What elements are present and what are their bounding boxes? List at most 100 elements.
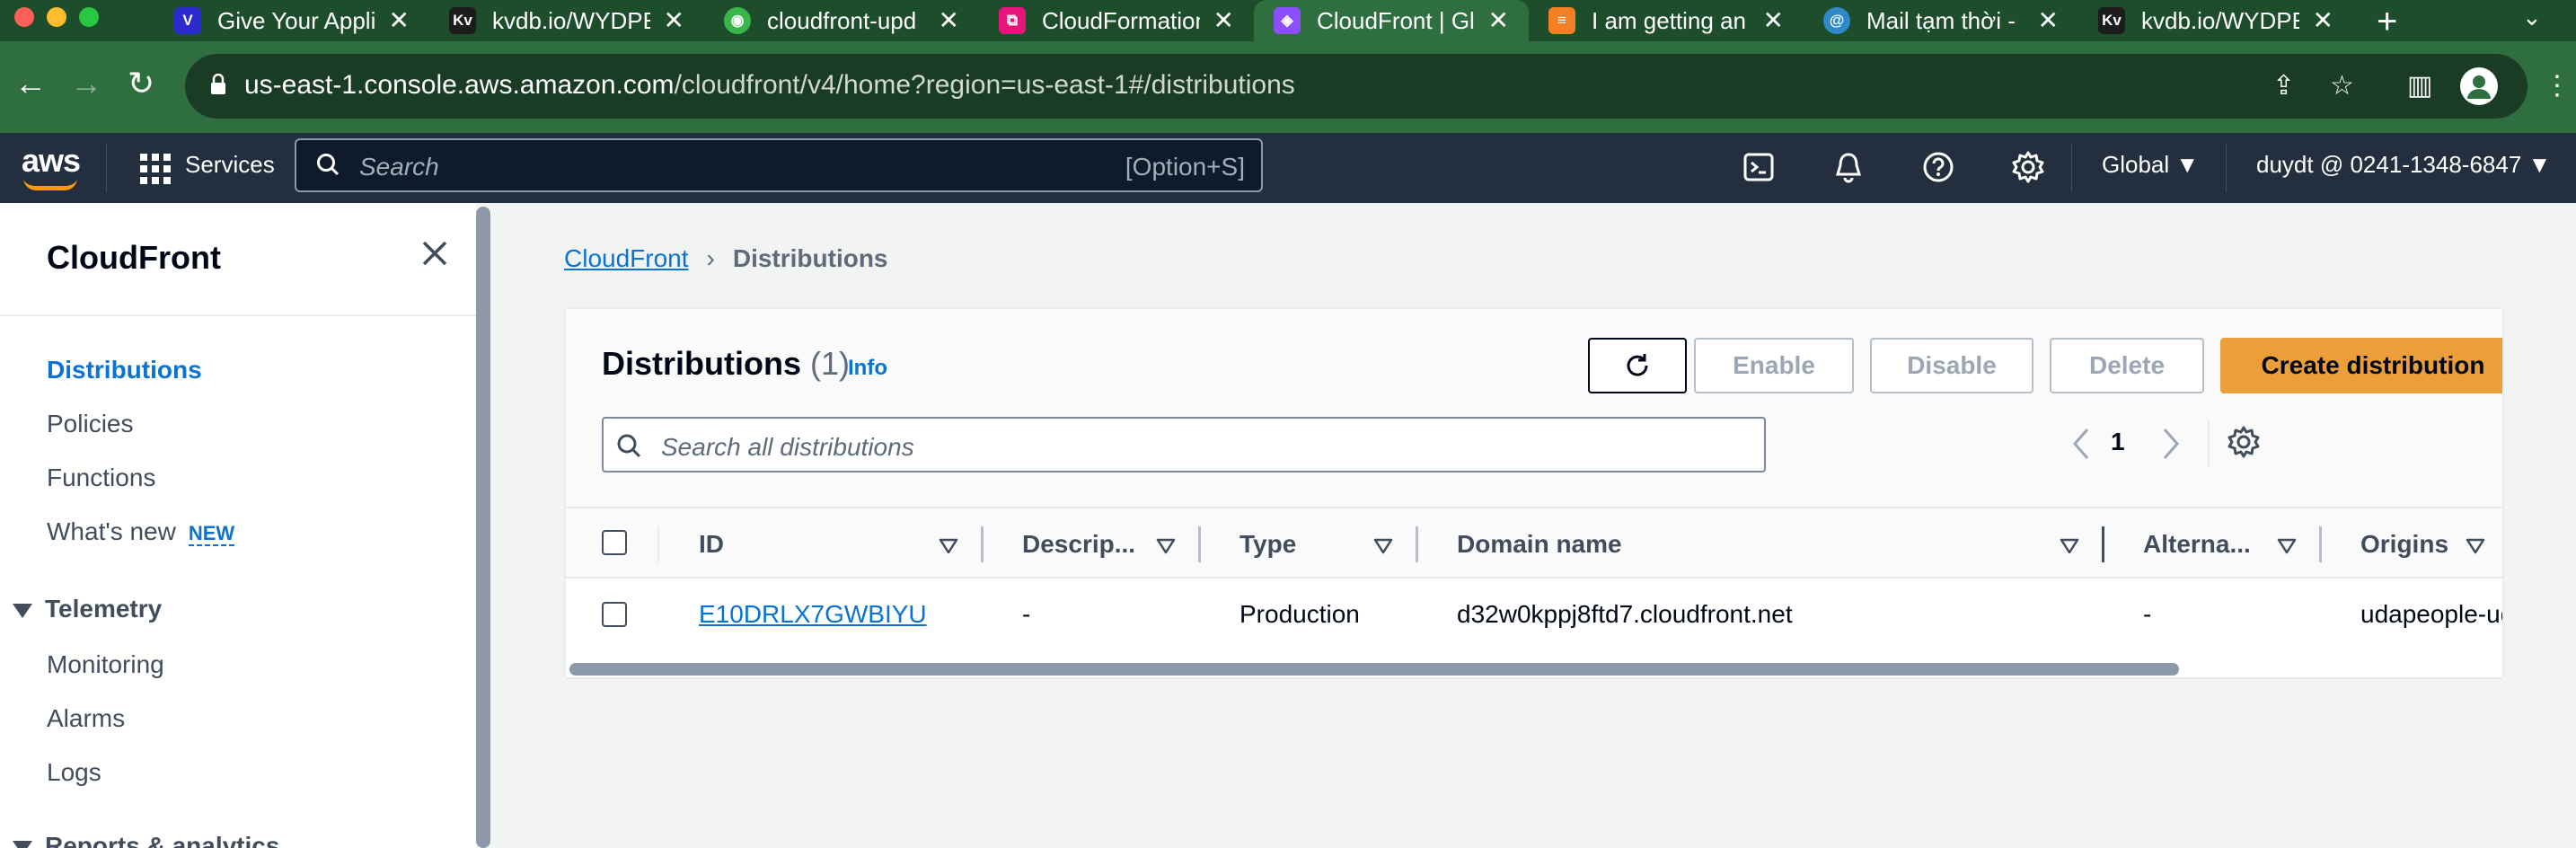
side-nav-scrollbar-thumb[interactable] — [476, 207, 490, 848]
column-resizer[interactable] — [981, 526, 984, 562]
aws-search-input[interactable]: Search [Option+S] — [295, 138, 1263, 192]
side-navigation: CloudFront Distributions Policies Functi… — [0, 203, 476, 848]
browser-tab-7[interactable]: @ Mail tạm thời - ✕ — [1804, 0, 2078, 41]
browser-tab-1[interactable]: V Give Your Appli ✕ — [154, 0, 429, 41]
distributions-table-container: Distributions (1) Info Enable Disable De… — [564, 307, 2504, 679]
close-navigation-icon[interactable] — [420, 239, 449, 268]
side-panel-icon[interactable]: ▥ — [2407, 70, 2432, 102]
column-header-description[interactable]: Descrip... — [1022, 530, 1135, 559]
reload-icon[interactable]: ↻ — [128, 65, 154, 102]
column-resizer[interactable] — [2319, 526, 2322, 562]
new-badge: NEW — [188, 522, 235, 546]
address-bar[interactable]: us-east-1.console.aws.amazon.com/cloudfr… — [185, 54, 2527, 119]
search-distributions-input[interactable]: Search all distributions — [602, 417, 1766, 473]
browser-menu-icon[interactable]: ⋮ — [2544, 70, 2571, 102]
forward-icon[interactable]: → — [70, 65, 102, 102]
new-tab-icon[interactable]: + — [2377, 2, 2397, 42]
distribution-description: - — [1022, 600, 1031, 628]
distribution-type: Production — [1239, 600, 1360, 628]
sidebar-item-monitoring[interactable]: Monitoring — [47, 650, 164, 679]
window-close-button[interactable] — [14, 7, 34, 27]
enable-button[interactable]: Enable — [1694, 338, 1854, 393]
row-select-checkbox[interactable] — [602, 602, 627, 627]
aws-logo[interactable]: aws — [22, 142, 81, 180]
delete-button[interactable]: Delete — [2050, 338, 2204, 393]
sort-caret-icon[interactable] — [2276, 537, 2298, 555]
help-icon[interactable] — [1920, 149, 1956, 185]
breadcrumb-root-link[interactable]: CloudFront — [564, 244, 689, 272]
sidebar-item-functions[interactable]: Functions — [47, 464, 155, 492]
create-distribution-button[interactable]: Create distribution — [2220, 338, 2502, 393]
sort-caret-icon[interactable] — [2465, 537, 2486, 555]
info-link[interactable]: Info — [848, 356, 887, 381]
tab-close-icon[interactable]: ✕ — [1213, 5, 1234, 35]
side-nav-title[interactable]: CloudFront — [47, 239, 221, 277]
browser-tab-3[interactable]: ◉ cloudfront-upd ✕ — [704, 0, 979, 41]
section-title: Telemetry — [45, 595, 163, 623]
sort-caret-icon[interactable] — [938, 537, 959, 555]
tab-close-icon[interactable]: ✕ — [939, 5, 959, 35]
column-resizer[interactable] — [1198, 526, 1201, 562]
sort-caret-icon[interactable] — [2059, 537, 2080, 555]
column-resizer-active[interactable] — [2102, 526, 2104, 562]
profile-avatar-icon[interactable] — [2459, 66, 2499, 106]
refresh-button[interactable] — [1588, 338, 1687, 393]
bookmark-star-icon[interactable]: ☆ — [2330, 70, 2354, 102]
browser-tab-5-active[interactable]: ◈ CloudFront | Gl ✕ — [1254, 0, 1529, 41]
tab-close-icon[interactable]: ✕ — [664, 5, 684, 35]
sidebar-item-distributions[interactable]: Distributions — [47, 356, 202, 384]
table-row[interactable]: E10DRLX7GWBIYU - Production d32w0kppj8ft… — [566, 579, 2502, 650]
table-header-row: ID Descrip... Type Domain name Alterna..… — [566, 507, 2502, 579]
column-header-origins[interactable]: Origins — [2360, 530, 2448, 559]
distribution-id-link[interactable]: E10DRLX7GWBIYU — [699, 600, 927, 629]
select-all-checkbox[interactable] — [602, 530, 627, 555]
region-selector[interactable]: Global ▼ — [2102, 151, 2199, 179]
sort-caret-icon[interactable] — [1155, 537, 1177, 555]
browser-tab-8[interactable]: Kv kvdb.io/WYDPE ✕ — [2078, 0, 2353, 41]
sidebar-item-whats-new[interactable]: What's new NEW — [47, 517, 235, 546]
back-icon[interactable]: ← — [14, 65, 47, 102]
table-preferences-gear-icon[interactable] — [2226, 424, 2262, 460]
notifications-bell-icon[interactable] — [1831, 149, 1866, 185]
tab-title: kvdb.io/WYDPE — [492, 6, 650, 34]
column-header-type[interactable]: Type — [1239, 530, 1296, 559]
account-menu[interactable]: duydt @ 0241-1348-6847 ▼ — [2256, 151, 2551, 179]
sidebar-section-reports[interactable]: Reports & analytics — [13, 832, 279, 848]
tab-close-icon[interactable]: ✕ — [2038, 5, 2059, 35]
sidebar-item-logs[interactable]: Logs — [47, 758, 101, 787]
services-menu-button[interactable]: Services — [185, 151, 275, 179]
table-horizontal-scrollbar-thumb[interactable] — [569, 663, 2179, 676]
tab-search-chevron-icon[interactable]: ⌄ — [2522, 4, 2542, 31]
cloudshell-icon[interactable] — [1741, 149, 1777, 185]
window-minimize-button[interactable] — [47, 7, 66, 27]
column-header-alternate-domains[interactable]: Alterna... — [2143, 530, 2251, 559]
column-header-domain-name[interactable]: Domain name — [1457, 530, 1622, 559]
sidebar-item-alarms[interactable]: Alarms — [47, 704, 125, 733]
section-title: Reports & analytics — [45, 832, 280, 848]
column-resizer[interactable] — [1416, 526, 1418, 562]
url-host: us-east-1.console.aws.amazon.com — [244, 70, 675, 100]
nav-divider — [2071, 144, 2072, 192]
tab-close-icon[interactable]: ✕ — [2313, 5, 2333, 35]
column-header-id[interactable]: ID — [699, 530, 724, 559]
sidebar-item-policies[interactable]: Policies — [47, 410, 133, 438]
pager-divider — [2208, 420, 2210, 467]
previous-page-icon[interactable] — [2069, 424, 2091, 464]
settings-gear-icon[interactable] — [2010, 149, 2046, 185]
browser-tab-4[interactable]: ⧉ CloudFormation ✕ — [979, 0, 1254, 41]
share-icon[interactable]: ⇪ — [2272, 70, 2295, 102]
browser-tab-6[interactable]: ≡ I am getting an ✕ — [1529, 0, 1804, 41]
browser-tab-2[interactable]: Kv kvdb.io/WYDPE ✕ — [429, 0, 704, 41]
sidebar-section-telemetry[interactable]: Telemetry — [13, 595, 162, 623]
nav-divider — [2226, 144, 2227, 192]
tab-close-icon[interactable]: ✕ — [389, 5, 410, 35]
services-grid-icon[interactable] — [140, 154, 171, 184]
next-page-icon[interactable] — [2161, 424, 2183, 464]
tab-close-icon[interactable]: ✕ — [1488, 5, 1509, 35]
table-header-area — [566, 309, 2502, 507]
window-zoom-button[interactable] — [79, 7, 99, 27]
sort-caret-icon[interactable] — [1372, 537, 1394, 555]
current-page-number[interactable]: 1 — [2111, 428, 2125, 456]
tab-close-icon[interactable]: ✕ — [1763, 5, 1784, 35]
disable-button[interactable]: Disable — [1870, 338, 2033, 393]
